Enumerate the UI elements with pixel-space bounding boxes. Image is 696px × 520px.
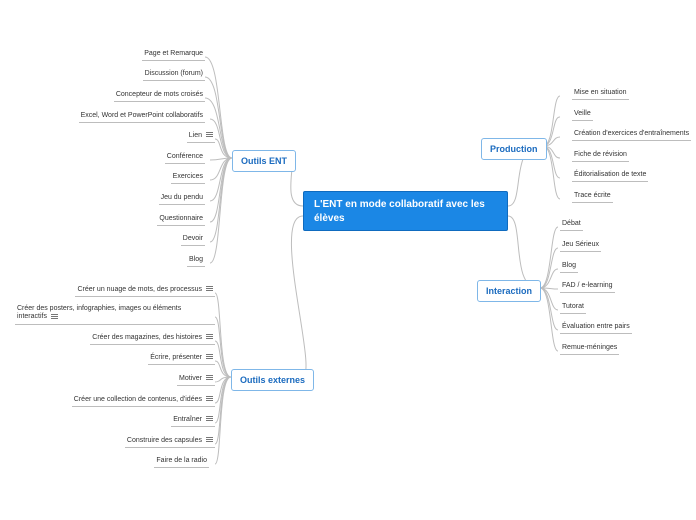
- root-node[interactable]: L'ENT en mode collaboratif avec les élèv…: [303, 191, 508, 231]
- leaf-label: Entraîner: [173, 416, 202, 423]
- leaf-radio[interactable]: Faire de la radio: [154, 457, 209, 468]
- note-icon: [51, 314, 58, 320]
- branch-production[interactable]: Production: [481, 138, 547, 160]
- leaf-collection[interactable]: Créer une collection de contenus, d'idée…: [72, 396, 215, 407]
- leaf-creation-exercices[interactable]: Création d'exercices d'entraînements: [572, 130, 691, 141]
- leaf-label: Motiver: [179, 375, 202, 382]
- leaf-entrainer[interactable]: Entraîner: [171, 416, 215, 427]
- leaf-fiche-revision[interactable]: Fiche de révision: [572, 151, 629, 162]
- leaf-debat[interactable]: Débat: [560, 220, 583, 231]
- leaf-blog[interactable]: Blog: [560, 262, 578, 273]
- leaf-devoir[interactable]: Devoir: [181, 235, 205, 246]
- note-icon: [206, 132, 213, 138]
- leaf-editorialisation[interactable]: Éditorialisation de texte: [572, 171, 648, 182]
- leaf-remue-meninges[interactable]: Remue-méninges: [560, 344, 619, 355]
- leaf-label: Créer des magazines, des histoires: [92, 334, 202, 341]
- connector-lines: [0, 0, 696, 520]
- leaf-fad[interactable]: FAD / e-learning: [560, 282, 615, 293]
- note-icon: [206, 375, 213, 381]
- leaf-lien[interactable]: Lien: [187, 132, 215, 143]
- leaf-veille[interactable]: Veille: [572, 110, 593, 121]
- branch-interaction[interactable]: Interaction: [477, 280, 541, 302]
- leaf-concepteur[interactable]: Concepteur de mots croisés: [114, 91, 205, 102]
- branch-outils-ent[interactable]: Outils ENT: [232, 150, 296, 172]
- leaf-blog-ent[interactable]: Blog: [187, 256, 205, 267]
- leaf-page-remarque[interactable]: Page et Remarque: [142, 50, 205, 61]
- leaf-exercices[interactable]: Exercices: [171, 173, 205, 184]
- note-icon: [206, 354, 213, 360]
- note-icon: [206, 437, 213, 443]
- leaf-excel-word-ppt[interactable]: Excel, Word et PowerPoint collaboratifs: [79, 112, 205, 123]
- note-icon: [206, 286, 213, 292]
- leaf-ecrire[interactable]: Écrire, présenter: [148, 354, 215, 365]
- leaf-magazines[interactable]: Créer des magazines, des histoires: [90, 334, 215, 345]
- leaf-jeu-serieux[interactable]: Jeu Sérieux: [560, 241, 601, 252]
- leaf-tutorat[interactable]: Tutorat: [560, 303, 586, 314]
- leaf-label: Écrire, présenter: [150, 354, 202, 361]
- leaf-evaluation-pairs[interactable]: Évaluation entre pairs: [560, 323, 632, 334]
- leaf-nuage-mots[interactable]: Créer un nuage de mots, des processus: [75, 286, 215, 297]
- leaf-label: Créer un nuage de mots, des processus: [77, 286, 202, 293]
- leaf-label: Créer une collection de contenus, d'idée…: [74, 396, 202, 403]
- leaf-label: Lien: [189, 132, 202, 139]
- note-icon: [206, 416, 213, 422]
- leaf-trace-ecrite[interactable]: Trace écrite: [572, 192, 613, 203]
- leaf-conference[interactable]: Conférence: [165, 153, 205, 164]
- leaf-motiver[interactable]: Motiver: [177, 375, 215, 386]
- leaf-label: Construire des capsules: [127, 437, 202, 444]
- leaf-discussion[interactable]: Discussion (forum): [143, 70, 205, 81]
- leaf-jeu-pendu[interactable]: Jeu du pendu: [159, 194, 205, 205]
- leaf-mise-situation[interactable]: Mise en situation: [572, 89, 629, 100]
- leaf-capsules[interactable]: Construire des capsules: [125, 437, 215, 448]
- branch-outils-externes[interactable]: Outils externes: [231, 369, 314, 391]
- leaf-posters[interactable]: Créer des posters, infographies, images …: [15, 305, 215, 325]
- leaf-questionnaire[interactable]: Questionnaire: [157, 215, 205, 226]
- note-icon: [206, 334, 213, 340]
- note-icon: [206, 396, 213, 402]
- leaf-label: Créer des posters, infographies, images …: [17, 305, 181, 320]
